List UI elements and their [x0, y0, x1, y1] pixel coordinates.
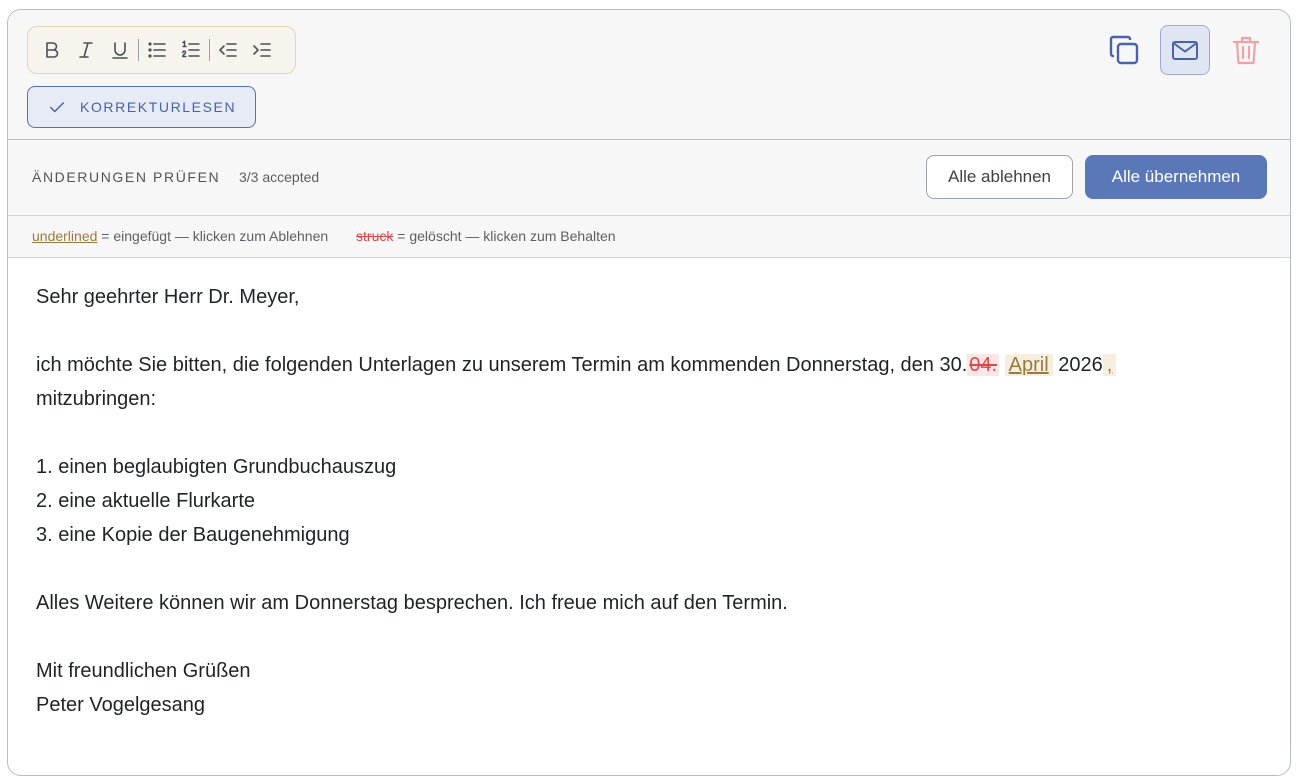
deleted-change[interactable]: 04. [967, 354, 1000, 376]
bold-button[interactable] [35, 32, 69, 68]
inserted-change[interactable]: , [1102, 354, 1117, 376]
bold-icon [46, 42, 59, 58]
regards: Mit freundlichen Grüßen [36, 660, 251, 682]
outdent-icon [219, 43, 237, 57]
salutation: Sehr geehrter Herr Dr. Meyer, [36, 286, 300, 308]
delete-button[interactable] [1222, 26, 1270, 74]
letter-line-1: ich möchte Sie bitten, die folgenden Unt… [36, 348, 1117, 382]
numbered-list-icon [182, 40, 200, 58]
list-item: 1. einen beglaubigten Grundbuchauszug [36, 456, 397, 478]
check-icon [49, 102, 65, 113]
outdent-button[interactable] [211, 32, 245, 68]
list-item: 3. eine Kopie der Baugenehmigung [36, 524, 350, 546]
toolbar-divider [138, 39, 139, 61]
legend-inserted-sample: underlined [32, 228, 98, 244]
mail-icon [1172, 41, 1198, 60]
numbered-list-button[interactable] [174, 32, 208, 68]
toolbar-divider [209, 39, 210, 61]
proofread-label: KORREKTURLESEN [80, 99, 237, 115]
bullet-list-button[interactable] [140, 32, 174, 68]
proofread-button[interactable]: KORREKTURLESEN [27, 86, 256, 128]
review-title: ÄNDERUNGEN PRÜFEN [32, 169, 221, 185]
reject-all-button[interactable]: Alle ablehnen [926, 155, 1073, 199]
indent-icon [253, 43, 271, 57]
letter-line-2: mitzubringen: [36, 388, 157, 410]
accept-all-button[interactable]: Alle übernehmen [1085, 155, 1267, 199]
italic-button[interactable] [69, 32, 103, 68]
closing-text: Alles Weitere können wir am Donnerstag b… [36, 592, 788, 614]
trash-icon [1232, 36, 1260, 65]
copy-icon [1109, 35, 1139, 65]
legend-deleted-sample: struck [356, 228, 394, 244]
underline-icon [112, 42, 128, 59]
legend-deleted-text: = gelöscht — klicken zum Behalten [397, 228, 616, 244]
text-segment: ich möchte Sie bitten, die folgenden Unt… [36, 354, 968, 376]
underline-button[interactable] [103, 32, 137, 68]
formatting-group [27, 26, 296, 74]
list-item: 2. eine aktuelle Flurkarte [36, 490, 256, 512]
legend-inserted-text: = eingefügt — klicken zum Ablehnen [101, 228, 329, 244]
toolbar: KORREKTURLESEN [8, 10, 1290, 140]
italic-icon [79, 42, 93, 58]
review-count: 3/3 accepted [239, 169, 320, 185]
copy-button[interactable] [1100, 26, 1148, 74]
review-bar: ÄNDERUNGEN PRÜFEN 3/3 accepted Alle able… [8, 140, 1290, 216]
legend: underlined = eingefügt — klicken zum Abl… [8, 216, 1290, 258]
signature: Peter Vogelgesang [36, 694, 206, 716]
legend-line: underlined = eingefügt — klicken zum Abl… [32, 228, 616, 244]
text-segment: 2026 [1058, 354, 1103, 376]
letter-body[interactable]: Sehr geehrter Herr Dr. Meyer, ich möchte… [36, 280, 1117, 722]
bullet-list-icon [148, 42, 166, 58]
inserted-change[interactable]: April [1004, 354, 1053, 376]
indent-button[interactable] [245, 32, 279, 68]
email-button[interactable] [1160, 25, 1210, 75]
